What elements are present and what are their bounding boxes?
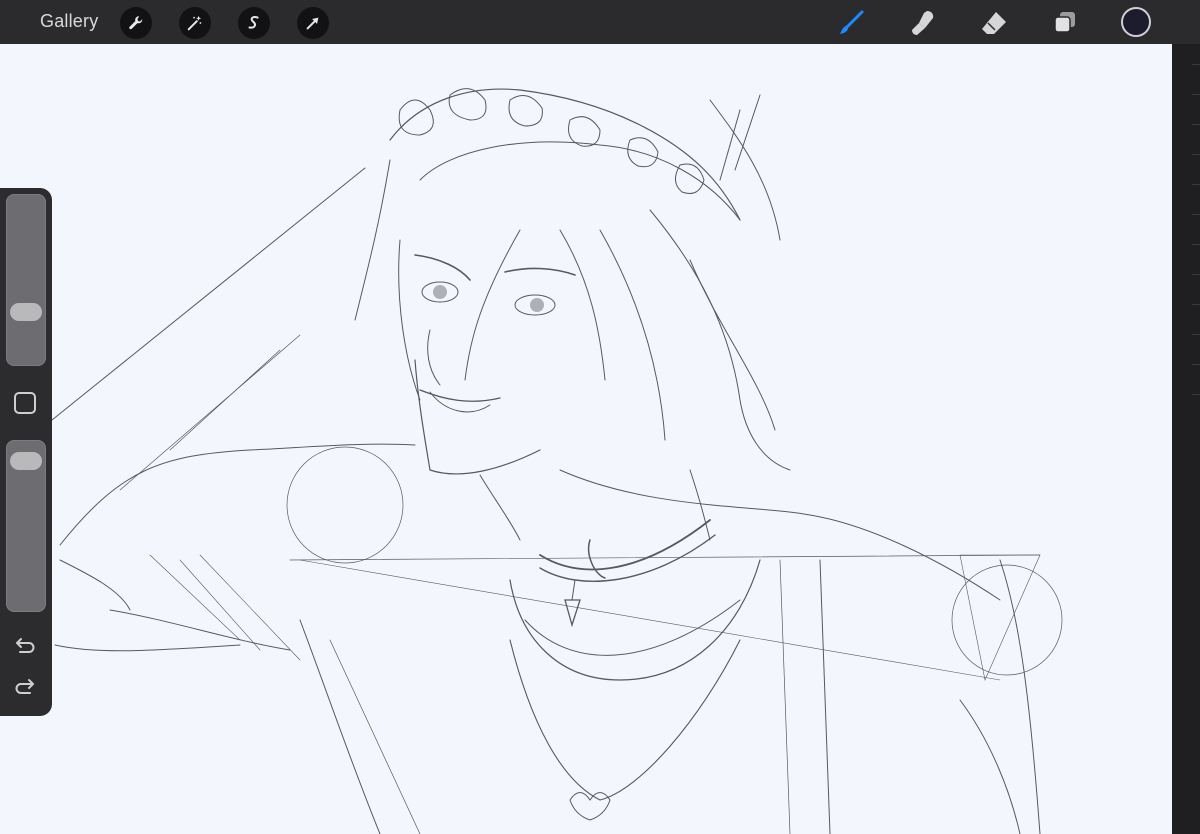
redo-button[interactable] — [12, 676, 38, 702]
square-modify-icon[interactable] — [14, 392, 36, 414]
selection-s-icon — [248, 16, 259, 29]
layers-icon — [1054, 12, 1075, 33]
left-sidebar — [0, 188, 52, 716]
layers-button[interactable] — [1048, 6, 1082, 40]
right-edge-strip — [1172, 44, 1200, 834]
drawing-canvas[interactable] — [0, 44, 1172, 834]
smudge-icon — [912, 11, 934, 35]
brush-size-slider[interactable] — [6, 194, 46, 366]
actions-button[interactable] — [120, 7, 152, 39]
brush-tool-button[interactable] — [834, 6, 868, 40]
top-toolbar: Gallery — [0, 0, 1200, 44]
eraser-tool-button[interactable] — [977, 6, 1011, 40]
undo-icon — [16, 638, 35, 653]
undo-button[interactable] — [12, 634, 38, 660]
magic-wand-icon — [187, 15, 202, 31]
opacity-slider[interactable] — [6, 440, 46, 612]
selection-button[interactable] — [238, 7, 270, 39]
color-picker-button[interactable] — [1121, 7, 1151, 37]
smudge-tool-button[interactable] — [905, 6, 939, 40]
eraser-icon — [982, 12, 1006, 34]
brush-icon — [840, 10, 864, 34]
opacity-thumb[interactable] — [10, 452, 42, 471]
brush-size-thumb[interactable] — [10, 302, 42, 321]
wrench-icon — [129, 16, 143, 30]
adjustments-button[interactable] — [179, 7, 211, 39]
gallery-button[interactable]: Gallery — [40, 11, 98, 32]
arrow-cursor-icon — [306, 17, 319, 30]
redo-icon — [15, 679, 34, 694]
sketch-artwork — [51, 88, 1063, 834]
transform-button[interactable] — [297, 7, 329, 39]
